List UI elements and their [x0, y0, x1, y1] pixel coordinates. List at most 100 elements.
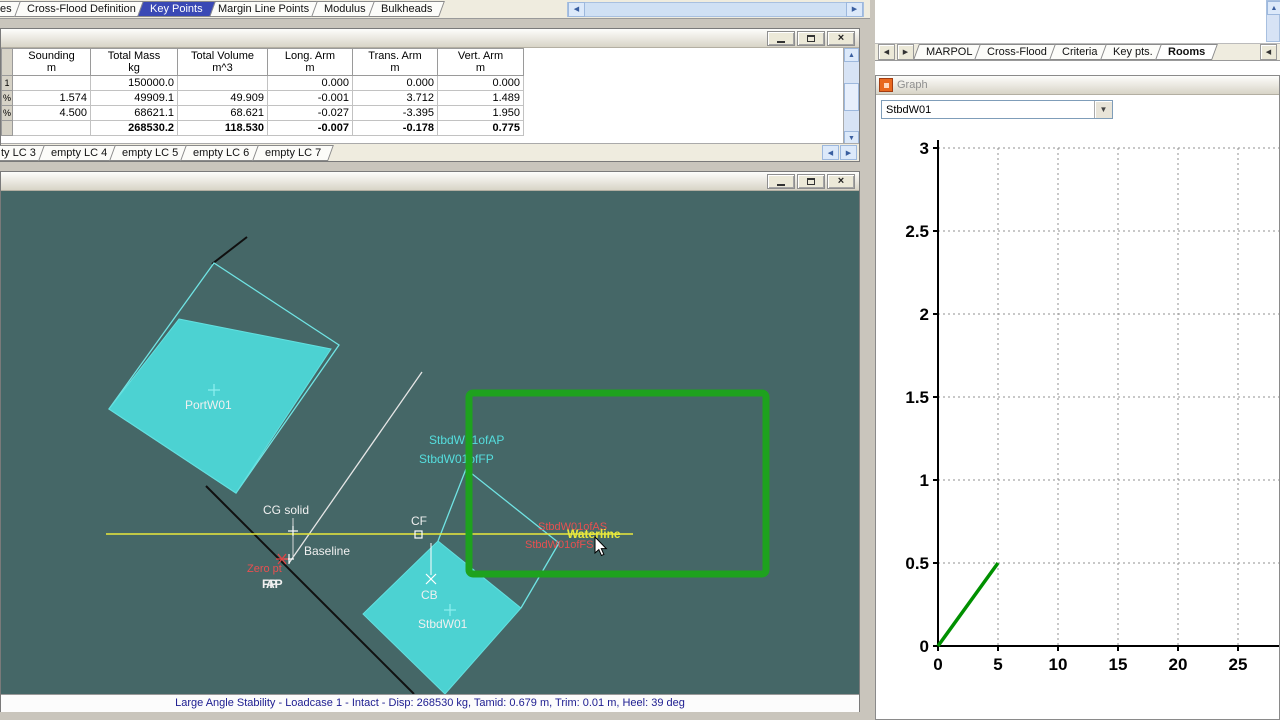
row-header[interactable]: %	[1, 105, 13, 121]
scroll-right-button[interactable]: ▶	[846, 1, 863, 17]
table-vertical-scrollbar[interactable]: ▲ ▼	[843, 48, 859, 145]
close-icon: ×	[837, 31, 845, 44]
cell[interactable]: 0.000	[437, 75, 524, 91]
total-cell	[12, 120, 91, 136]
cell[interactable]: -0.001	[267, 90, 353, 106]
table-header-row: Sounding m Total Mass kg Total Volume m^3 L…	[1, 48, 524, 76]
cell[interactable]: 1.489	[437, 90, 524, 106]
hull-line-lower	[205, 485, 415, 695]
ap-label: AP	[266, 577, 283, 591]
close-icon: ×	[837, 174, 845, 187]
top-tab-strip: es Cross-Flood Definition Key Points Mar…	[0, 0, 870, 19]
cell[interactable]: 1.950	[437, 105, 524, 121]
cell[interactable]: 4.500	[12, 105, 91, 121]
svg-text:20: 20	[1169, 655, 1188, 674]
tab-key-points[interactable]: Key Points	[137, 1, 216, 17]
tab-cross-flood[interactable]: Cross-Flood	[974, 44, 1061, 60]
scroll-up-icon: ▲	[1270, 4, 1278, 12]
minimize-button[interactable]	[767, 173, 795, 189]
tab-empty-lc4[interactable]: empty LC 4	[37, 144, 121, 161]
cell[interactable]: -0.027	[267, 105, 353, 121]
graph-window-titlebar[interactable]: Graph	[876, 76, 1279, 95]
tab-empty-lc5[interactable]: empty LC 5	[109, 144, 192, 161]
col-header-sounding: Sounding m	[12, 48, 91, 76]
cell[interactable]: 0.000	[267, 75, 353, 91]
restore-button[interactable]	[797, 173, 825, 189]
tabs-scroll-right-button[interactable]: ▶	[840, 145, 857, 160]
svg-text:25: 25	[1229, 655, 1248, 674]
col-header-long-arm: Long. Arm m	[267, 48, 353, 76]
scroll-left-icon: ◀	[573, 6, 580, 13]
svg-text:2.5: 2.5	[905, 222, 929, 241]
tab-cross-flood-definition[interactable]: Cross-Flood Definition	[13, 1, 149, 17]
tab-margin-line-points[interactable]: Margin Line Points	[205, 1, 323, 17]
cell[interactable]: 49.909	[177, 90, 268, 106]
cell[interactable]: 68621.1	[90, 105, 178, 121]
cell[interactable]: 68.621	[177, 105, 268, 121]
cell[interactable]: 1.574	[12, 90, 91, 106]
col-header-trans-arm: Trans. Arm m	[352, 48, 438, 76]
room-selector-value: StbdW01	[886, 103, 932, 116]
table-window-titlebar[interactable]: ×	[1, 29, 859, 48]
restore-icon	[807, 34, 815, 42]
scroll-up-button[interactable]: ▲	[1267, 1, 1280, 15]
stability-canvas[interactable]: PortW01 StbdW01 StbdW01ofAP StbdW01ofFP …	[1, 191, 859, 695]
close-button[interactable]: ×	[827, 30, 855, 46]
scroll-right-icon: ▶	[851, 6, 858, 13]
table-row: 1 150000.0 0.000 0.000 0.000	[1, 75, 524, 91]
minimize-icon	[777, 183, 785, 186]
cell[interactable]: 49909.1	[90, 90, 178, 106]
total-cell: -0.007	[267, 120, 353, 136]
tab-empty-lc7[interactable]: empty LC 7	[251, 144, 334, 161]
scroll-up-button[interactable]: ▲	[844, 48, 859, 62]
minimize-button[interactable]	[767, 30, 795, 46]
cell[interactable]: 0.000	[352, 75, 438, 91]
cb-label: CB	[421, 588, 438, 602]
highlight-rectangle	[465, 389, 770, 578]
scroll-left-button[interactable]: ◀	[568, 1, 585, 17]
room-selector-dropdown[interactable]: StbdW01 ▼	[881, 100, 1113, 119]
dropdown-button[interactable]: ▼	[1094, 101, 1112, 118]
svg-text:1.5: 1.5	[905, 388, 929, 407]
svg-text:15: 15	[1109, 655, 1128, 674]
restore-button[interactable]	[797, 30, 825, 46]
status-bar: Large Angle Stability - Loadcase 1 - Int…	[1, 694, 859, 712]
cell[interactable]	[12, 75, 91, 91]
row-header[interactable]: %	[1, 90, 13, 106]
col-header-vert-arm: Vert. Arm m	[437, 48, 524, 76]
cell[interactable]: 150000.0	[90, 75, 178, 91]
tabs-scroll-left-button[interactable]: ◀	[1260, 44, 1277, 60]
loadcase-table: Sounding m Total Mass kg Total Volume m^3 L…	[1, 48, 524, 136]
scroll-down-icon: ▼	[848, 134, 855, 142]
tab-rooms[interactable]: Rooms	[1154, 44, 1218, 60]
app-screen: es Cross-Flood Definition Key Points Mar…	[0, 0, 1280, 720]
zero-point-label: Zero pt	[247, 563, 282, 575]
cg-label: CG solid	[263, 503, 309, 517]
tab-scrollbar[interactable]: ◀ ▶	[567, 1, 864, 17]
corner-header	[1, 48, 13, 76]
right-pane-scrollbar[interactable]: ▲	[1266, 0, 1280, 42]
hull-line-upper	[211, 236, 248, 265]
view-window-titlebar[interactable]: ×	[1, 172, 859, 191]
baseline-label: Baseline	[304, 544, 350, 558]
right-pane: ▲ ◀ ▶ MARPOL Cross-Flood Criteria Key pt…	[875, 0, 1280, 720]
tabs-nav-right-button[interactable]: ▶	[897, 44, 914, 60]
cell[interactable]	[177, 75, 268, 91]
total-cell: 0.775	[437, 120, 524, 136]
tabs-scroll-left-button[interactable]: ◀	[822, 145, 839, 160]
svg-text:3: 3	[920, 139, 929, 158]
table-area: Sounding m Total Mass kg Total Volume m^3 L…	[1, 48, 859, 145]
svg-text:5: 5	[993, 655, 1002, 674]
col-header-total-volume: Total Volume m^3	[177, 48, 268, 76]
tab-bulkheads[interactable]: Bulkheads	[367, 1, 446, 17]
tabs-nav-left-button[interactable]: ◀	[878, 44, 895, 60]
close-button[interactable]: ×	[827, 173, 855, 189]
scrollbar-thumb[interactable]	[844, 82, 859, 111]
cell[interactable]: -3.395	[352, 105, 438, 121]
nav-left-icon: ◀	[883, 49, 890, 56]
scroll-right-icon: ▶	[845, 149, 852, 157]
tab-empty-lc6[interactable]: empty LC 6	[180, 144, 263, 161]
stability-view-window: × PortW01 StbdW01 StbdW01ofAP StbdW01ofF…	[0, 171, 860, 712]
cell[interactable]: 3.712	[352, 90, 438, 106]
row-header[interactable]: 1	[1, 75, 13, 91]
